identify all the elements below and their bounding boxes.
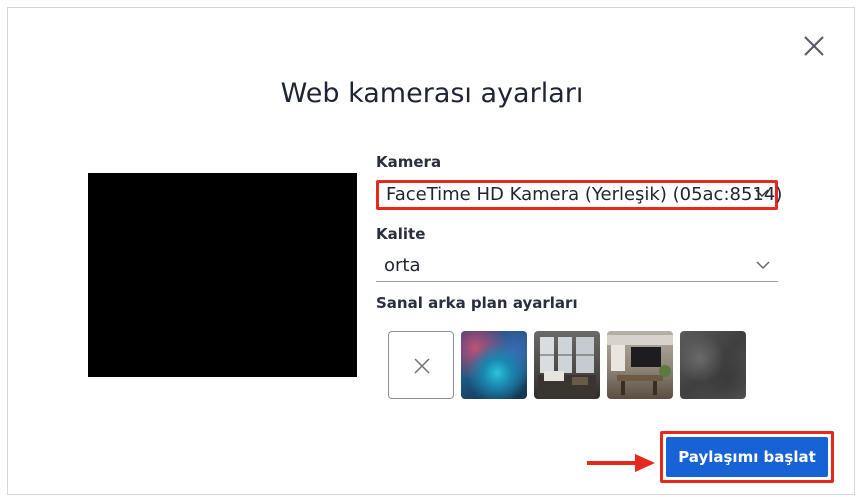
background-stone-option[interactable] <box>680 331 746 399</box>
chevron-down-icon <box>756 261 770 270</box>
background-room-2-option[interactable] <box>607 331 673 399</box>
room-thumbnail-image <box>538 337 596 399</box>
room-thumbnail-image <box>607 335 673 395</box>
virtual-background-label: Sanal arka plan ayarları <box>376 294 578 312</box>
start-sharing-button[interactable]: Paylaşımı başlat <box>660 431 834 483</box>
arrow-right-icon <box>587 454 655 472</box>
camera-select[interactable]: FaceTime HD Kamera (Yerleşik) (05ac:8514… <box>376 180 782 210</box>
camera-label: Kamera <box>376 153 442 171</box>
chevron-down-icon <box>755 189 769 198</box>
quality-select-value: orta <box>384 255 421 276</box>
camera-preview <box>88 173 357 377</box>
background-blur-option[interactable] <box>461 331 527 399</box>
camera-select-value: FaceTime HD Kamera (Yerleşik) (05ac:8514… <box>386 184 783 205</box>
close-button[interactable] <box>800 32 828 60</box>
dialog-title: Web kamerası ayarları <box>280 78 584 109</box>
background-none-option[interactable] <box>388 331 454 399</box>
start-sharing-label: Paylaşımı başlat <box>666 437 828 477</box>
quality-select[interactable]: orta <box>376 252 778 282</box>
close-icon <box>804 36 824 56</box>
background-room-1-option[interactable] <box>534 331 600 399</box>
close-icon <box>414 358 430 374</box>
quality-label: Kalite <box>376 225 426 243</box>
